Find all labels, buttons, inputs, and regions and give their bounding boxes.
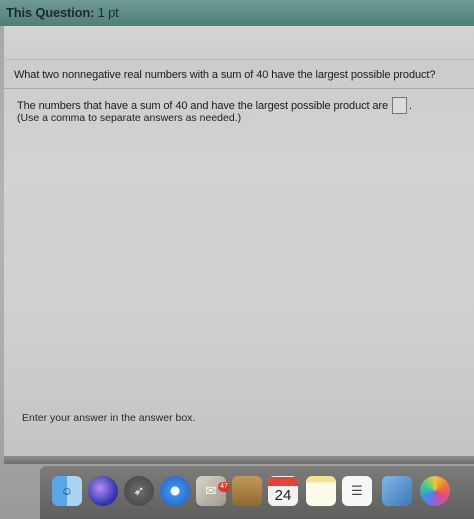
bottom-toolbar [4,456,474,464]
finder-icon[interactable]: ☺ [52,476,82,506]
pane-top-strip [4,26,474,60]
siri-icon[interactable] [88,476,118,506]
question-text: What two nonnegative real numbers with a… [14,69,436,81]
header-title-text: This Question: [6,5,95,20]
mail-badge: 47 [218,482,230,492]
rocket-icon[interactable]: ➶ [124,476,154,506]
calendar-day: 24 [274,486,292,504]
notes-icon[interactable] [306,476,336,506]
screen: This Question: 1 pt What two nonnegative… [0,0,474,519]
folder-icon[interactable] [232,476,262,506]
photos-icon[interactable] [420,476,450,506]
reminders-glyph: ☰ [351,483,363,498]
calendar-month-strip [268,476,298,486]
answer-instruction: (Use a comma to separate answers as need… [17,112,242,124]
question-divider [4,88,474,89]
answer-hint: Enter your answer in the answer box. [22,412,196,424]
compass-icon[interactable] [160,476,190,506]
question-points: 1 pt [97,5,119,20]
answer-period: . [409,99,412,112]
finder-face-glyph: ☺ [60,484,74,498]
reminders-icon[interactable]: ☰ [342,476,372,506]
mail-glyph: ✉ [205,483,217,498]
answer-prompt: The numbers that have a sum of 40 and ha… [17,99,389,112]
rocket-glyph: ➶ [133,483,145,498]
preview-icon[interactable] [382,476,412,506]
calendar-icon[interactable]: 24 [268,476,298,506]
question-header: This Question: 1 pt [0,0,474,26]
question-header-title: This Question: 1 pt [6,5,119,20]
question-pane [4,26,474,458]
